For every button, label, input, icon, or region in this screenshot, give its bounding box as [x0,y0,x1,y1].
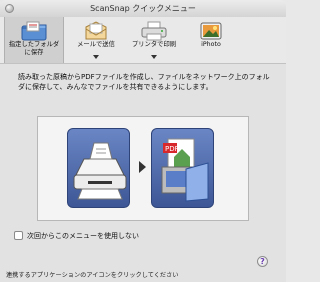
pdf-folder-icon: PDF [151,128,214,208]
main-panel: 読み取った原稿からPDFファイルを作成し、ファイルをネットワーク上のフォルダに保… [0,63,286,282]
menu-description: 読み取った原稿からPDFファイルを作成し、ファイルをネットワーク上のフォルダに保… [18,73,270,91]
toolbar: 指定したフォルダ に保存 メールで送信 プリンタで印刷 iPhoto [0,17,286,63]
scanner-icon [67,128,130,208]
printer-icon [141,21,167,43]
toolbar-item-save-to-folder[interactable]: 指定したフォルダ に保存 [4,17,64,63]
iphoto-icon [199,21,223,43]
toolbar-item-label: メールで送信 [77,41,115,48]
toolbar-item-label: iPhoto [201,41,221,48]
arrow-right-icon [139,161,146,173]
pdf-badge: PDF [165,145,179,153]
toolbar-item-label: プリンタで印刷 [131,41,177,48]
chevron-down-icon[interactable] [151,55,157,59]
dont-use-menu-label[interactable]: 次回からこのメニューを使用しない [27,231,139,241]
folder-save-icon [21,21,47,43]
toolbar-item-iphoto[interactable]: iPhoto [188,17,234,63]
chevron-down-icon[interactable] [93,55,99,59]
toolbar-item-label: 指定したフォルダ に保存 [8,41,60,56]
workflow-illustration: PDF [37,116,249,221]
status-hint: 連携するアプリケーションのアイコンをクリックしてください [6,272,179,279]
window-title: ScanSnap クイックメニュー [90,4,196,13]
dont-use-menu-checkbox[interactable] [14,231,23,240]
title-bar: ScanSnap クイックメニュー [0,0,286,18]
help-button[interactable]: ? [257,256,268,267]
question-mark-icon: ? [260,257,265,266]
toolbar-item-mail[interactable]: メールで送信 [70,17,122,63]
mail-icon [84,21,108,43]
quick-menu-window: ScanSnap クイックメニュー 指定したフォルダ に保存 メールで送信 プリ… [0,0,286,282]
toolbar-item-printer[interactable]: プリンタで印刷 [125,17,183,63]
